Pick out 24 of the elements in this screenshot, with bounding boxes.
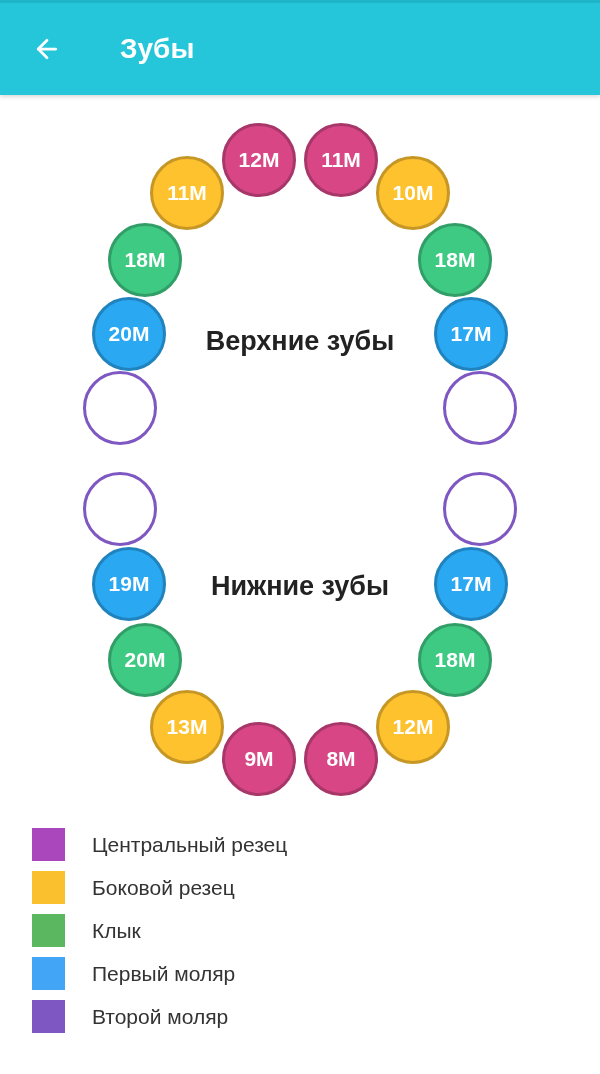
tooth-button[interactable]: 18M [418,623,492,697]
tooth-button[interactable]: 17M [434,297,508,371]
tooth-button[interactable]: 17M [434,547,508,621]
legend-label: Центральный резец [92,831,288,858]
legend-label: Клык [92,917,141,944]
legend-label: Первый моляр [92,960,236,987]
screen-title: Зубы [120,32,195,66]
legend-label: Боковой резец [92,874,235,901]
tooth-button[interactable]: 11M [304,123,378,197]
tooth-button[interactable]: 18M [418,223,492,297]
legend-label: Второй моляр [92,1003,229,1030]
tooth-button[interactable]: 9M [222,722,296,796]
tooth-button[interactable]: 18M [108,223,182,297]
tooth-button[interactable]: 12M [222,123,296,197]
lower-teeth-label: Нижние зубы [210,570,390,603]
tooth-button[interactable]: 19M [92,547,166,621]
upper-teeth-label: Верхние зубы [205,325,395,358]
tooth-button[interactable]: 10M [376,156,450,230]
tooth-button[interactable]: 20M [92,297,166,371]
tooth-button[interactable]: 12M [376,690,450,764]
tooth-button[interactable]: 8M [304,722,378,796]
tooth-button[interactable]: 11M [150,156,224,230]
tooth-button[interactable]: 20M [108,623,182,697]
tooth-button[interactable]: 13M [150,690,224,764]
